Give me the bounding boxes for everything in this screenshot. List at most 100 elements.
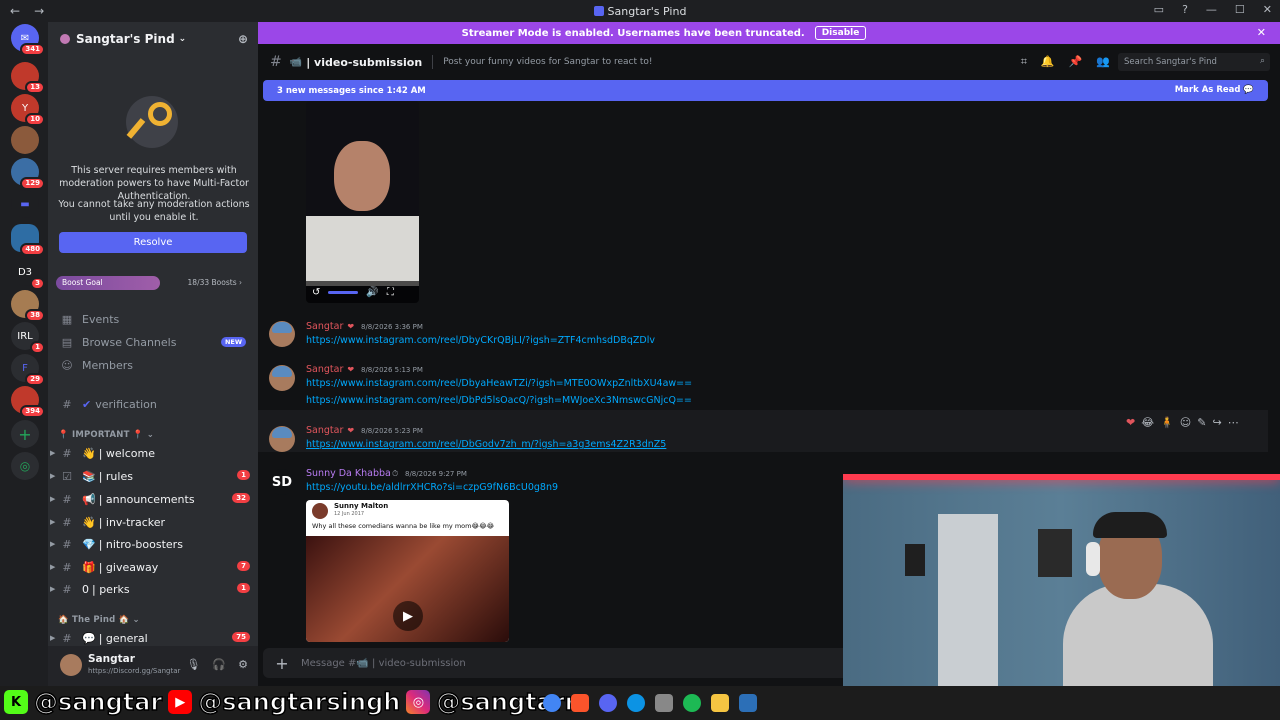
pin-icon[interactable]: 📌 <box>1069 55 1083 69</box>
kick-handle: @sangtar <box>33 687 163 717</box>
microphone-icon[interactable]: 🎙 <box>186 658 200 671</box>
channel-announcements[interactable]: ▶ # 📢 | announcements 32 <box>50 489 250 509</box>
direct-messages-icon[interactable]: ✉ 341 <box>11 24 45 56</box>
avatar[interactable] <box>269 321 295 347</box>
replay-icon[interactable]: ↺ <box>312 287 320 298</box>
channel-verification[interactable]: # ✔ verification <box>58 394 250 414</box>
close-window-icon[interactable]: ✕ <box>1263 3 1272 16</box>
more-options-icon[interactable]: ⋯ <box>1228 416 1239 429</box>
video-thumbnail[interactable]: Sunny Malton 12 Jun 2017 Why all these c… <box>306 500 509 642</box>
video-progress[interactable] <box>328 290 359 294</box>
avatar[interactable]: SD <box>269 469 295 495</box>
add-reaction-icon[interactable]: ☺ <box>1180 416 1191 429</box>
volume-icon[interactable]: 🔊 <box>366 287 378 298</box>
server-icon-3[interactable] <box>11 126 39 154</box>
discover-icon[interactable]: ◎ <box>11 452 39 480</box>
server-header[interactable]: Sangtar's Pind ⌄ ⊕ <box>48 22 258 56</box>
discord-icon[interactable] <box>599 694 617 712</box>
channel-welcome[interactable]: ▶ # 👋 | welcome <box>50 443 250 463</box>
server-icon-d3[interactable]: D3 3 <box>11 258 45 290</box>
channel-label: perks <box>99 582 130 596</box>
server-icon-6[interactable]: F 29 <box>11 354 45 386</box>
headphones-icon[interactable]: 🎧 <box>212 658 226 671</box>
avatar[interactable] <box>269 426 295 452</box>
mark-as-read-button[interactable]: Mark As Read 💬 <box>1175 85 1254 95</box>
reply-icon[interactable]: ↪ <box>1212 416 1221 429</box>
mention-badge: 7 <box>237 561 250 572</box>
attach-plus-icon[interactable]: + <box>263 654 301 673</box>
server-badge: 13 <box>25 81 45 94</box>
wall-frame <box>1038 529 1072 577</box>
edge-icon[interactable] <box>627 694 645 712</box>
app-icon[interactable] <box>655 694 673 712</box>
sidebar-item-events[interactable]: ▦ Events <box>58 309 250 329</box>
bell-icon[interactable]: 🔔 <box>1041 55 1055 69</box>
heart-reaction-icon[interactable]: ❤ <box>1126 416 1135 429</box>
server-icon-active[interactable]: 480 <box>11 224 45 256</box>
channel-giveaway[interactable]: ▶ # 🎁 | giveaway 7 <box>50 557 250 577</box>
app-icon-2[interactable] <box>739 694 757 712</box>
collapse-arrow-icon: ▶ <box>50 540 56 548</box>
channel-topic[interactable]: Post your funny videos for Sangtar to re… <box>443 57 652 67</box>
chrome-icon[interactable] <box>543 694 561 712</box>
server-icon-5[interactable]: 38 <box>11 290 45 322</box>
social-handles-overlay: K @sangtar ▶ @sangtarsingh ◎ @sangtarr <box>4 687 577 717</box>
inbox-icon[interactable]: ▭ <box>1154 3 1164 16</box>
maximize-icon[interactable]: ☐ <box>1235 3 1245 16</box>
new-messages-bar[interactable]: 3 new messages since 1:42 AM Mark As Rea… <box>263 80 1268 101</box>
new-messages-text: 3 new messages since 1:42 AM <box>277 85 426 96</box>
avatar[interactable] <box>269 365 295 391</box>
search-input[interactable]: Search Sangtar's Pind ⌕ <box>1118 53 1270 71</box>
file-explorer-icon[interactable] <box>711 694 729 712</box>
message-author[interactable]: Sangtar ❤ <box>306 321 354 332</box>
close-banner-icon[interactable]: ✕ <box>1257 26 1266 39</box>
channel-inv-tracker[interactable]: ▶ # 👋 | inv-tracker <box>50 512 250 532</box>
spotify-icon[interactable] <box>683 694 701 712</box>
member-list-icon[interactable]: 👥 <box>1096 55 1110 69</box>
server-icon-irl[interactable]: IRL 1 <box>11 322 45 354</box>
category-the-pind[interactable]: 🏠 The Pind 🏠 ⌄ <box>58 615 140 625</box>
minimize-icon[interactable]: — <box>1206 3 1217 16</box>
invite-people-icon[interactable]: ⊕ <box>238 32 248 46</box>
folder-icon[interactable]: ▬ <box>11 190 39 218</box>
fullscreen-icon[interactable]: ⛶ <box>387 287 394 298</box>
back-arrow-icon[interactable]: ← <box>10 4 20 18</box>
sidebar-item-browse-channels[interactable]: ▤ Browse Channels NEW <box>58 332 250 352</box>
channel-perks[interactable]: ▶ #0 | perks 1 <box>50 579 250 599</box>
laugh-reaction-icon[interactable]: 😂 <box>1141 416 1154 429</box>
threads-icon[interactable]: ⌗ <box>1021 55 1027 69</box>
edit-icon[interactable]: ✎ <box>1197 416 1206 429</box>
server-icon-4[interactable]: 129 <box>11 158 45 190</box>
category-important[interactable]: 📍 IMPORTANT 📍 ⌄ <box>58 430 154 440</box>
help-icon[interactable]: ? <box>1182 3 1188 16</box>
message-link[interactable]: https://www.instagram.com/reel/DbyaHeawT… <box>306 378 692 389</box>
message-author[interactable]: Sangtar ❤ <box>306 364 354 375</box>
video-embed[interactable]: ↺ 🔊 ⛶ <box>306 101 419 303</box>
message-author[interactable]: Sunny Da Khabba <box>306 468 391 479</box>
message-link[interactable]: https://youtu.be/aldlrrXHCRo?si=czpG9fN6… <box>306 482 558 493</box>
boost-goal[interactable]: Boost Goal 18/33 Boosts › <box>56 276 246 290</box>
channel-nitro-boosters[interactable]: ▶ # 💎 | nitro-boosters <box>50 534 250 554</box>
sidebar-item-label: Browse Channels <box>82 335 177 349</box>
play-icon[interactable]: ▶ <box>393 601 423 631</box>
forward-arrow-icon[interactable]: → <box>34 4 44 18</box>
message-actions-bar: ❤ 😂 🧍 ☺ ✎ ↪ ⋯ <box>1120 411 1266 433</box>
channel-label: general <box>105 631 148 645</box>
sidebar-item-members[interactable]: ☺ Members <box>58 355 250 375</box>
custom-reaction-icon[interactable]: 🧍 <box>1160 416 1174 429</box>
server-icon-2[interactable]: Y 10 <box>11 94 45 126</box>
server-icon-1[interactable]: 13 <box>11 62 45 94</box>
gear-icon[interactable]: ⚙ <box>238 658 248 671</box>
channel-rules[interactable]: ▶ ☑ 📚 | rules 1 <box>50 466 250 486</box>
resolve-button[interactable]: Resolve <box>59 232 247 253</box>
server-icon-7[interactable]: 394 <box>11 386 45 418</box>
message-link[interactable]: https://www.instagram.com/reel/DbPd5lsOa… <box>306 395 692 406</box>
message-author[interactable]: Sangtar ❤ <box>306 425 354 436</box>
message-link[interactable]: https://www.instagram.com/reel/DbGodv7zh… <box>306 439 666 450</box>
channel-general[interactable]: ▶ # 💬 | general 75 <box>50 628 250 648</box>
avatar[interactable] <box>60 654 82 676</box>
brave-icon[interactable] <box>571 694 589 712</box>
message-link[interactable]: https://www.instagram.com/reel/DbyCKrQBj… <box>306 335 655 346</box>
add-server-icon[interactable]: + <box>11 420 39 448</box>
disable-streamer-button[interactable]: Disable <box>814 26 867 40</box>
